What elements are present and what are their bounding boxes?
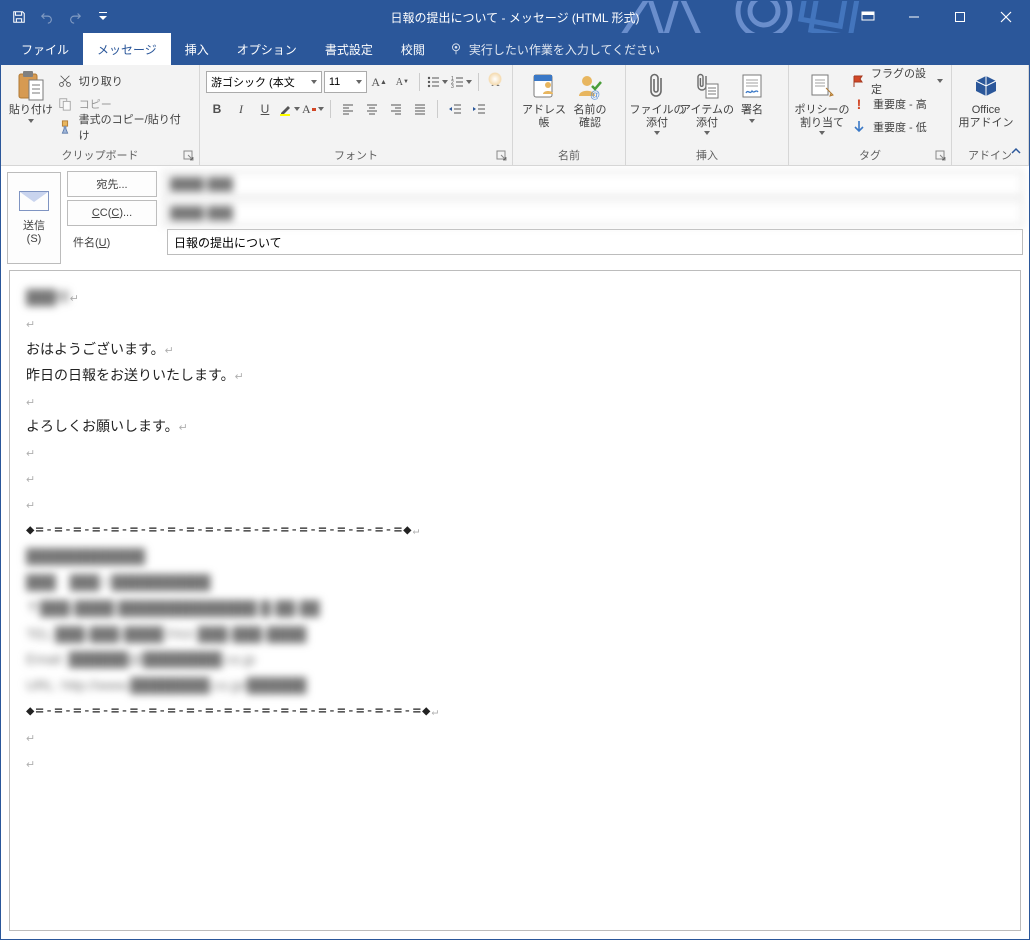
group-label-tags: タグ: [789, 147, 951, 163]
tab-format[interactable]: 書式設定: [311, 33, 387, 65]
addins-icon: [970, 70, 1002, 102]
cut-button[interactable]: 切り取り: [55, 70, 193, 92]
policy-icon: [806, 70, 838, 102]
send-button[interactable]: 送信 (S): [7, 172, 61, 264]
bold-button[interactable]: B: [206, 98, 228, 120]
group-include: ファイルの 添付 アイテムの 添付 署名 挿入: [626, 65, 789, 165]
follow-up-button[interactable]: フラグの設定: [849, 70, 945, 92]
save-button[interactable]: [7, 5, 31, 29]
qat-customize-button[interactable]: [91, 5, 115, 29]
tab-insert[interactable]: 挿入: [171, 33, 223, 65]
ribbon-tabs: ファイル メッセージ 挿入 オプション 書式設定 校閲 実行したい作業を入力して…: [1, 33, 1029, 65]
brush-icon: [57, 119, 73, 135]
signature-icon: [736, 70, 768, 102]
message-header: 送信 (S) 宛先... ████ ███ C C(C)... ████ ███…: [1, 166, 1029, 270]
dialog-launcher-tags[interactable]: [935, 150, 947, 162]
tell-me-placeholder: 実行したい作業を入力してください: [469, 41, 660, 58]
grow-font-button[interactable]: A▲: [369, 71, 390, 93]
align-center-button[interactable]: [361, 98, 383, 120]
attach-item-icon: [691, 70, 723, 102]
tab-file[interactable]: ファイル: [7, 33, 83, 65]
ribbon: 貼り付け 切り取り コピー 書式のコピー/貼り付け クリップボード 游ゴシック …: [1, 65, 1029, 166]
close-button[interactable]: [983, 1, 1029, 33]
numbering-button[interactable]: 123: [450, 71, 472, 93]
format-painter-button[interactable]: 書式のコピー/貼り付け: [55, 116, 193, 138]
font-name-select[interactable]: 游ゴシック (本文: [206, 71, 322, 93]
ribbon-display-options-button[interactable]: [845, 1, 891, 33]
undo-button[interactable]: [35, 5, 59, 29]
font-color-button[interactable]: A: [302, 98, 324, 120]
cc-button[interactable]: C C(C)...: [67, 200, 157, 226]
scissors-icon: [57, 73, 73, 89]
copy-icon: [57, 96, 73, 112]
decrease-indent-button[interactable]: [444, 98, 466, 120]
group-label-clipboard: クリップボード: [1, 147, 199, 163]
collapse-ribbon-button[interactable]: [1009, 144, 1023, 161]
highlight-button[interactable]: [278, 98, 300, 120]
quick-access-toolbar: [1, 5, 115, 29]
group-clipboard: 貼り付け 切り取り コピー 書式のコピー/貼り付け クリップボード: [1, 65, 200, 165]
high-importance-icon: !: [851, 96, 867, 112]
low-importance-button[interactable]: 重要度 - 低: [849, 116, 945, 138]
tab-options[interactable]: オプション: [223, 33, 311, 65]
dialog-launcher-clipboard[interactable]: [183, 150, 195, 162]
underline-button[interactable]: U: [254, 98, 276, 120]
dropdown-icon: [28, 119, 34, 123]
group-label-include: 挿入: [626, 147, 788, 163]
maximize-button[interactable]: [937, 1, 983, 33]
svg-text:3: 3: [451, 84, 454, 89]
group-label-names: 名前: [513, 147, 625, 163]
group-tags: ポリシーの 割り当て フラグの設定 !重要度 - 高 重要度 - 低 タグ: [789, 65, 952, 165]
minimize-button[interactable]: [891, 1, 937, 33]
envelope-icon: [19, 191, 49, 211]
align-justify-button[interactable]: [409, 98, 431, 120]
align-right-button[interactable]: [385, 98, 407, 120]
address-book-icon: [528, 70, 560, 102]
low-importance-icon: [851, 119, 867, 135]
title-bar: 日報の提出について - メッセージ (HTML 形式): [1, 1, 1029, 33]
to-button[interactable]: 宛先...: [67, 171, 157, 197]
to-field[interactable]: ████ ███: [163, 171, 1023, 197]
increase-indent-button[interactable]: [468, 98, 490, 120]
group-font: 游ゴシック (本文 11 A▲ A▼ 123 A B I U A: [200, 65, 513, 165]
subject-label: 件名(U): [67, 234, 161, 250]
svg-text:@: @: [590, 90, 600, 100]
group-label-font: フォント: [200, 147, 512, 163]
shrink-font-button[interactable]: A▼: [392, 71, 413, 93]
italic-button[interactable]: I: [230, 98, 252, 120]
tab-review[interactable]: 校閲: [387, 33, 439, 65]
font-size-select[interactable]: 11: [324, 71, 367, 93]
subject-field[interactable]: 日報の提出について: [167, 229, 1023, 255]
clear-formatting-button[interactable]: A: [485, 71, 506, 93]
tell-me-search[interactable]: 実行したい作業を入力してください: [439, 41, 660, 58]
align-left-button[interactable]: [337, 98, 359, 120]
high-importance-button[interactable]: !重要度 - 高: [849, 93, 945, 115]
paste-icon: [15, 70, 47, 102]
message-body[interactable]: ███様↵ ↵ おはようございます。↵ 昨日の日報をお送りいたします。↵ ↵ よ…: [9, 270, 1021, 931]
tab-message[interactable]: メッセージ: [83, 33, 171, 65]
dialog-launcher-font[interactable]: [496, 150, 508, 162]
cc-field[interactable]: ████ ███: [163, 200, 1023, 226]
flag-icon: [851, 73, 865, 89]
paperclip-icon: [641, 70, 673, 102]
group-names: アドレス帳 @ 名前の 確認 名前: [513, 65, 626, 165]
redo-button[interactable]: [63, 5, 87, 29]
check-names-icon: @: [574, 70, 606, 102]
bullets-button[interactable]: [426, 71, 448, 93]
copy-button[interactable]: コピー: [55, 93, 193, 115]
